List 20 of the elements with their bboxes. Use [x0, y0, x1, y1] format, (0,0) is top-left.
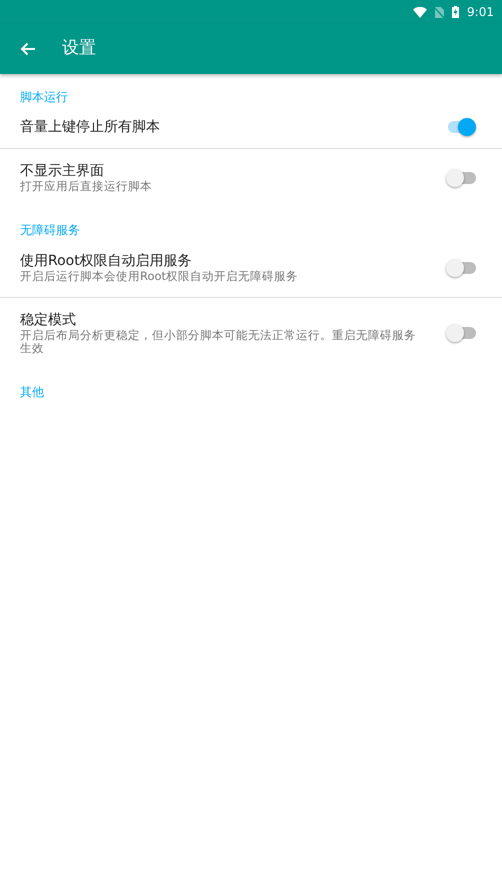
- toggle-switch[interactable]: [446, 117, 476, 137]
- section-header: 脚本运行: [19, 89, 69, 106]
- toolbar-title: 设置: [62, 37, 96, 60]
- no-sim-icon: [435, 6, 444, 18]
- setting-title: 不显示主界面: [20, 162, 105, 180]
- section-header: 其他: [19, 384, 45, 401]
- setting-summary: 开启后布局分析更稳定，但小部分脚本可能无法正常运行。重启无障碍服务生效: [20, 329, 417, 355]
- clock-time: 9:01: [467, 4, 494, 21]
- setting-summary: 开启后运行脚本会使用Root权限自动开启无障碍服务: [20, 270, 300, 283]
- setting-summary: 打开应用后直接运行脚本: [20, 180, 153, 193]
- toggle-switch[interactable]: [446, 168, 476, 188]
- toggle-switch[interactable]: [446, 258, 476, 278]
- setting-title: 稳定模式: [20, 311, 77, 329]
- back-arrow-icon[interactable]: [20, 42, 36, 56]
- setting-title: 使用Root权限自动启用服务: [20, 252, 193, 270]
- setting-title: 音量上键停止所有脚本: [20, 118, 161, 136]
- battery-charging-icon: [452, 6, 460, 18]
- wifi-icon: [413, 6, 428, 18]
- toggle-switch[interactable]: [446, 323, 476, 343]
- section-header: 无障碍服务: [19, 222, 81, 239]
